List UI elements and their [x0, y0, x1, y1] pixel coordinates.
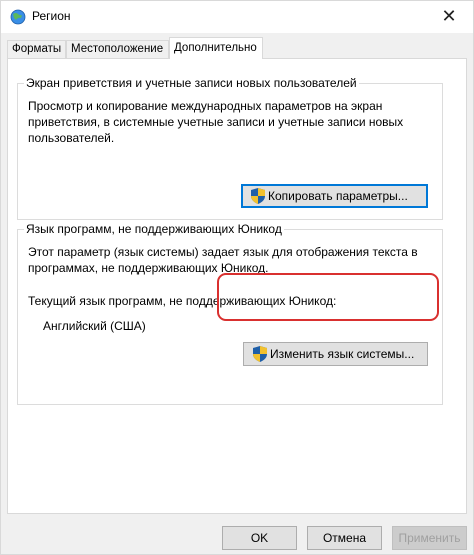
welcome-group-legend: Экран приветствия и учетные записи новых… [24, 76, 359, 90]
unicode-group-description: Этот параметр (язык системы) задает язык… [28, 245, 418, 275]
copy-settings-label: Копировать параметры... [268, 189, 408, 203]
tab-formats[interactable]: Форматы [7, 40, 66, 58]
uac-shield-icon [251, 188, 265, 204]
unicode-group-legend: Язык программ, не поддерживающих Юникод [24, 222, 284, 236]
uac-shield-icon [253, 346, 267, 362]
window-title: Регион [32, 9, 71, 23]
close-button[interactable]: ✕ [439, 7, 459, 27]
change-system-locale-button[interactable]: Изменить язык системы... [243, 342, 428, 366]
welcome-screen-group: Экран приветствия и учетные записи новых… [17, 76, 443, 220]
globe-icon [10, 9, 26, 25]
region-dialog: Регион ✕ Форматы Местоположение Дополнит… [0, 0, 474, 555]
tab-location[interactable]: Местоположение [66, 40, 169, 58]
copy-settings-button[interactable]: Копировать параметры... [241, 184, 428, 208]
highlight-annotation [217, 273, 439, 321]
tab-administrative[interactable]: Дополнительно [169, 37, 263, 59]
welcome-group-description: Просмотр и копирование международных пар… [28, 99, 404, 145]
apply-button[interactable]: Применить [392, 526, 467, 550]
ok-button[interactable]: OK [222, 526, 297, 550]
cancel-button[interactable]: Отмена [307, 526, 382, 550]
change-system-locale-label: Изменить язык системы... [270, 347, 415, 361]
title-bar: Регион ✕ [1, 1, 473, 33]
close-icon: ✕ [441, 6, 457, 27]
